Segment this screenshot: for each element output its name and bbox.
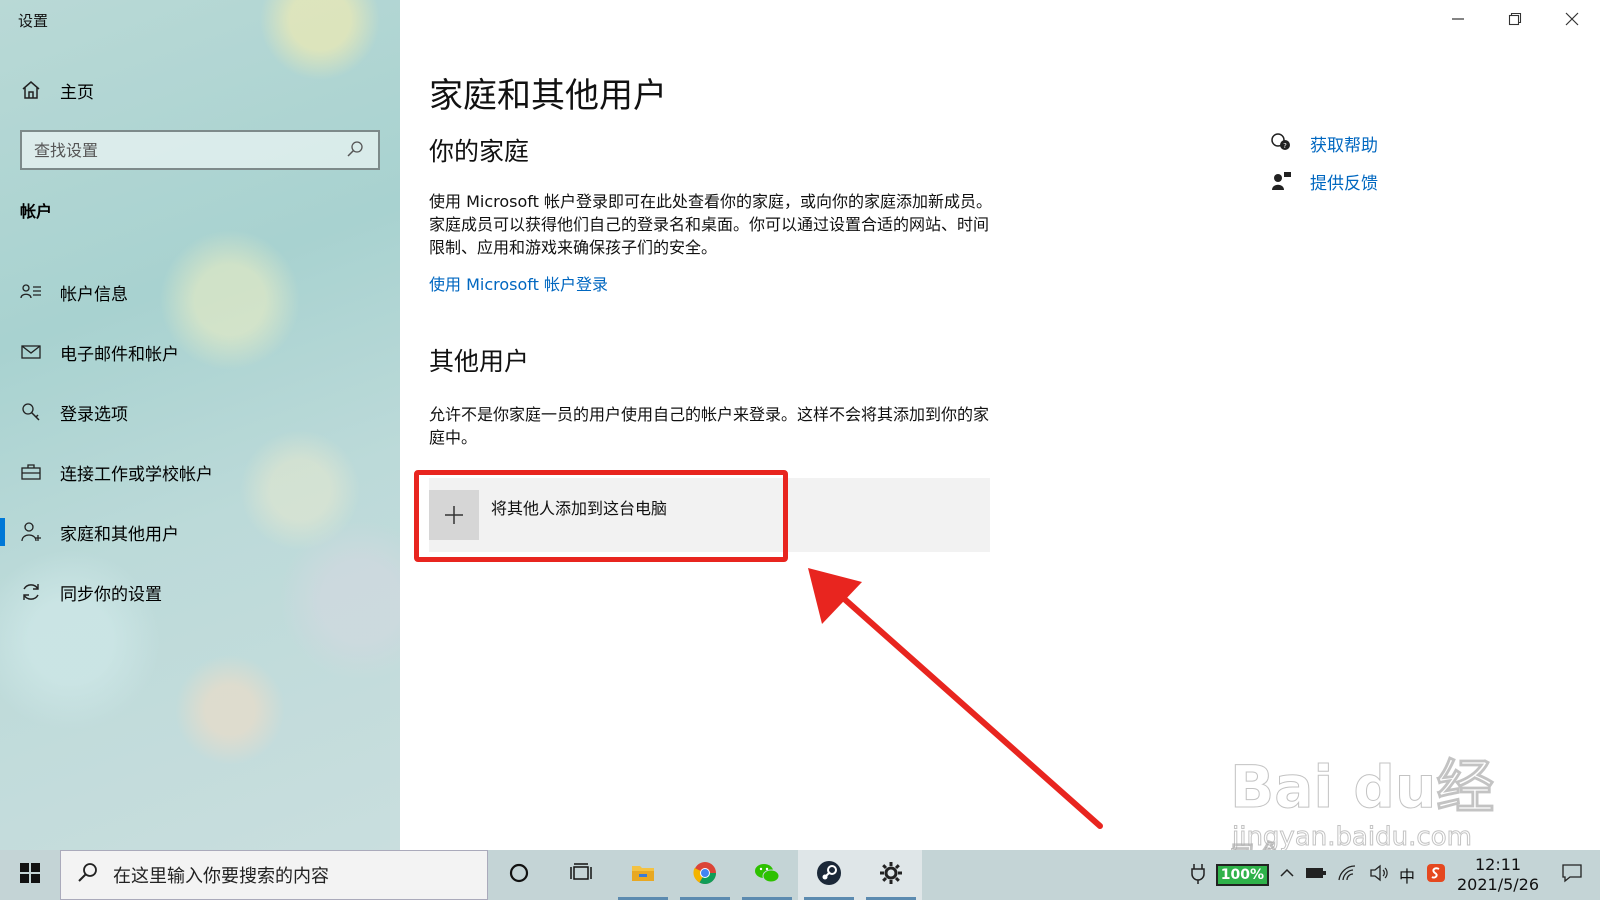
restore-button[interactable] — [1486, 0, 1543, 40]
help-panel: ? 获取帮助 提供反馈 — [1270, 124, 1378, 200]
watermark-url: jingyan.baidu.com — [1232, 822, 1473, 853]
annotation-arrow — [808, 568, 1103, 829]
battery-percent: 100% — [1215, 864, 1269, 886]
annotation-highlight-box — [414, 470, 788, 562]
svg-text:?: ? — [1283, 142, 1287, 150]
wifi-icon — [1337, 864, 1359, 886]
clock-date: 2021/5/26 — [1456, 875, 1540, 894]
taskbar: 在这里输入你要搜索的内容 100% 中 12:11 2021/5/26 — [0, 850, 1600, 900]
speaker-icon — [1369, 864, 1389, 886]
close-button[interactable] — [1543, 0, 1600, 40]
mail-icon — [20, 341, 42, 363]
feedback-label: 提供反馈 — [1310, 173, 1378, 194]
search-icon — [77, 862, 99, 888]
minimize-button[interactable] — [1429, 0, 1486, 40]
sidebar: 设置 主页 帐户 帐户信息 — [0, 0, 400, 850]
sidebar-item-account-info[interactable]: 帐户信息 — [0, 262, 400, 322]
chat-help-icon: ? — [1270, 132, 1292, 154]
network-button[interactable] — [1332, 850, 1364, 900]
taskbar-search[interactable]: 在这里输入你要搜索的内容 — [60, 850, 488, 900]
volume-button[interactable] — [1364, 850, 1394, 900]
briefcase-icon — [20, 461, 42, 483]
wechat-button[interactable] — [736, 850, 798, 900]
key-icon — [20, 401, 42, 423]
sogou-ime-icon — [1425, 862, 1447, 888]
battery-indicator[interactable]: 100% — [1211, 850, 1274, 900]
settings-search-input[interactable] — [34, 140, 344, 160]
sidebar-item-label: 家庭和其他用户 — [60, 524, 179, 545]
other-users-description: 允许不是你家庭一员的用户使用自己的帐户来登录。这样不会将其添加到你的家庭中。 — [429, 405, 990, 447]
settings-icon — [878, 860, 904, 890]
task-view-icon — [569, 861, 593, 889]
sidebar-item-email-accounts[interactable]: 电子邮件和帐户 — [0, 322, 400, 382]
steam-button[interactable] — [798, 850, 860, 900]
sidebar-nav: 帐户信息 电子邮件和帐户 登录选项 连接工作或学校帐户 家庭和其他用户 同步你的… — [0, 262, 400, 622]
show-hidden-icons-button[interactable] — [1274, 850, 1300, 900]
sidebar-item-label: 登录选项 — [60, 404, 128, 425]
windows-logo-icon — [19, 862, 41, 888]
file-explorer-button[interactable] — [612, 850, 674, 900]
sidebar-item-work-school[interactable]: 连接工作或学校帐户 — [0, 442, 400, 502]
page-title: 家庭和其他用户 — [429, 76, 667, 116]
power-plug-button[interactable] — [1185, 850, 1211, 900]
sogou-ime-button[interactable] — [1420, 850, 1452, 900]
sidebar-item-label: 同步你的设置 — [60, 584, 162, 605]
sidebar-item-label: 电子邮件和帐户 — [60, 344, 179, 365]
input-method-button[interactable]: 中 — [1394, 850, 1420, 900]
restore-icon — [1508, 11, 1522, 30]
clock-time: 12:11 — [1474, 855, 1522, 874]
notification-icon — [1561, 863, 1583, 887]
steam-icon — [815, 859, 843, 891]
chrome-button[interactable] — [674, 850, 736, 900]
get-help-link[interactable]: ? 获取帮助 — [1270, 124, 1378, 162]
power-plug-icon — [1190, 862, 1206, 888]
home-icon — [20, 79, 42, 101]
minimize-icon — [1451, 11, 1465, 30]
sidebar-item-label: 连接工作或学校帐户 — [60, 464, 213, 485]
settings-button[interactable] — [860, 850, 922, 900]
file-explorer-icon — [630, 861, 656, 889]
baidu-watermark: Bai du经验 jingyan.baidu.com — [1230, 720, 1530, 900]
other-users-heading: 其他用户 — [429, 347, 530, 376]
sidebar-home[interactable]: 主页 — [20, 76, 94, 104]
sidebar-item-family[interactable]: 家庭和其他用户 — [0, 502, 400, 562]
chrome-icon — [692, 860, 718, 890]
notification-center-button[interactable] — [1544, 850, 1600, 900]
system-tray: 100% 中 12:11 2021/5/26 — [1185, 850, 1600, 900]
settings-search[interactable] — [20, 130, 380, 170]
cortana-icon — [507, 861, 531, 889]
search-icon[interactable] — [344, 139, 366, 161]
cortana-button[interactable] — [488, 850, 550, 900]
taskbar-search-placeholder: 在这里输入你要搜索的内容 — [113, 866, 329, 887]
sidebar-item-label: 帐户信息 — [60, 284, 128, 305]
sync-icon — [20, 581, 42, 603]
feedback-link[interactable]: 提供反馈 — [1270, 162, 1378, 200]
battery-icon — [1305, 865, 1327, 885]
main-content: 家庭和其他用户 你的家庭 使用 Microsoft 帐户登录即可在此处查看你的家… — [400, 0, 1600, 900]
account-info-icon — [20, 281, 42, 303]
sidebar-section-title: 帐户 — [20, 202, 53, 221]
microsoft-signin-link[interactable]: 使用 Microsoft 帐户登录 — [429, 271, 608, 295]
battery-tray-button[interactable] — [1300, 850, 1332, 900]
feedback-icon — [1270, 170, 1292, 192]
family-heading: 你的家庭 — [429, 137, 530, 166]
window-controls — [1429, 0, 1600, 40]
task-view-button[interactable] — [550, 850, 612, 900]
taskbar-clock[interactable]: 12:11 2021/5/26 — [1452, 850, 1544, 900]
wechat-icon — [753, 861, 781, 889]
chevron-up-icon — [1279, 865, 1295, 885]
family-description: 使用 Microsoft 帐户登录即可在此处查看你的家庭，或向你的家庭添加新成员… — [429, 192, 992, 257]
user-add-icon — [20, 521, 42, 543]
get-help-label: 获取帮助 — [1310, 135, 1378, 156]
sidebar-item-sync[interactable]: 同步你的设置 — [0, 562, 400, 622]
start-button[interactable] — [0, 850, 60, 900]
close-icon — [1565, 11, 1579, 30]
window-title: 设置 — [18, 12, 49, 30]
sidebar-home-label: 主页 — [60, 82, 94, 103]
sidebar-item-sign-in-options[interactable]: 登录选项 — [0, 382, 400, 442]
